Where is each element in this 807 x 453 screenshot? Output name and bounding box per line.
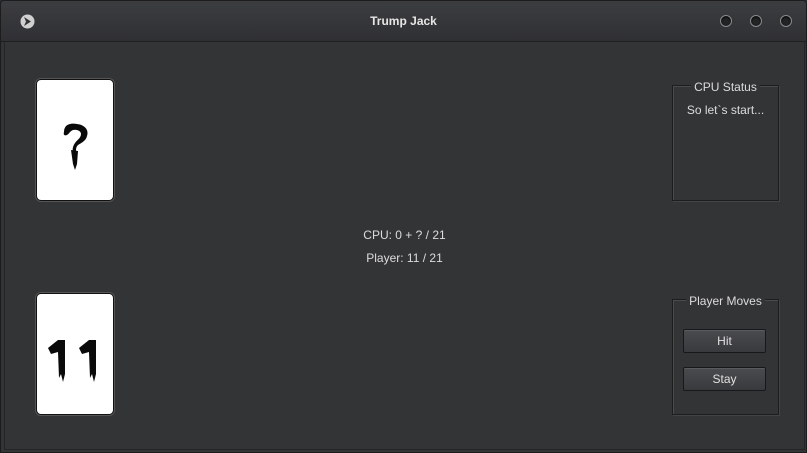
player-moves-group: Player Moves Hit Stay [672, 294, 779, 415]
window-title: Trump Jack [370, 14, 437, 28]
maximize-icon[interactable] [750, 15, 762, 27]
cpu-card [36, 79, 114, 201]
title-bar[interactable]: Trump Jack [1, 1, 806, 42]
cpu-status-label: CPU Status [691, 80, 760, 94]
stay-button[interactable]: Stay [683, 367, 766, 391]
player-score: Player: 11 / 21 [366, 251, 443, 265]
number-eleven-glyph-icon [48, 340, 96, 382]
player-card [36, 293, 114, 415]
cpu-status-text: So let`s start... [686, 103, 765, 117]
cpu-score: CPU: 0 + ? / 21 [363, 228, 446, 242]
close-icon[interactable] [780, 15, 792, 27]
player-moves-label: Player Moves [686, 294, 765, 308]
hit-button[interactable]: Hit [683, 329, 766, 353]
app-window: Trump Jack CPU: 0 + ? / 21 Player: 11 / … [0, 0, 807, 453]
question-glyph-icon [63, 123, 88, 170]
cpu-status-group: CPU Status So let`s start... [672, 80, 779, 201]
minimize-icon[interactable] [720, 15, 732, 27]
